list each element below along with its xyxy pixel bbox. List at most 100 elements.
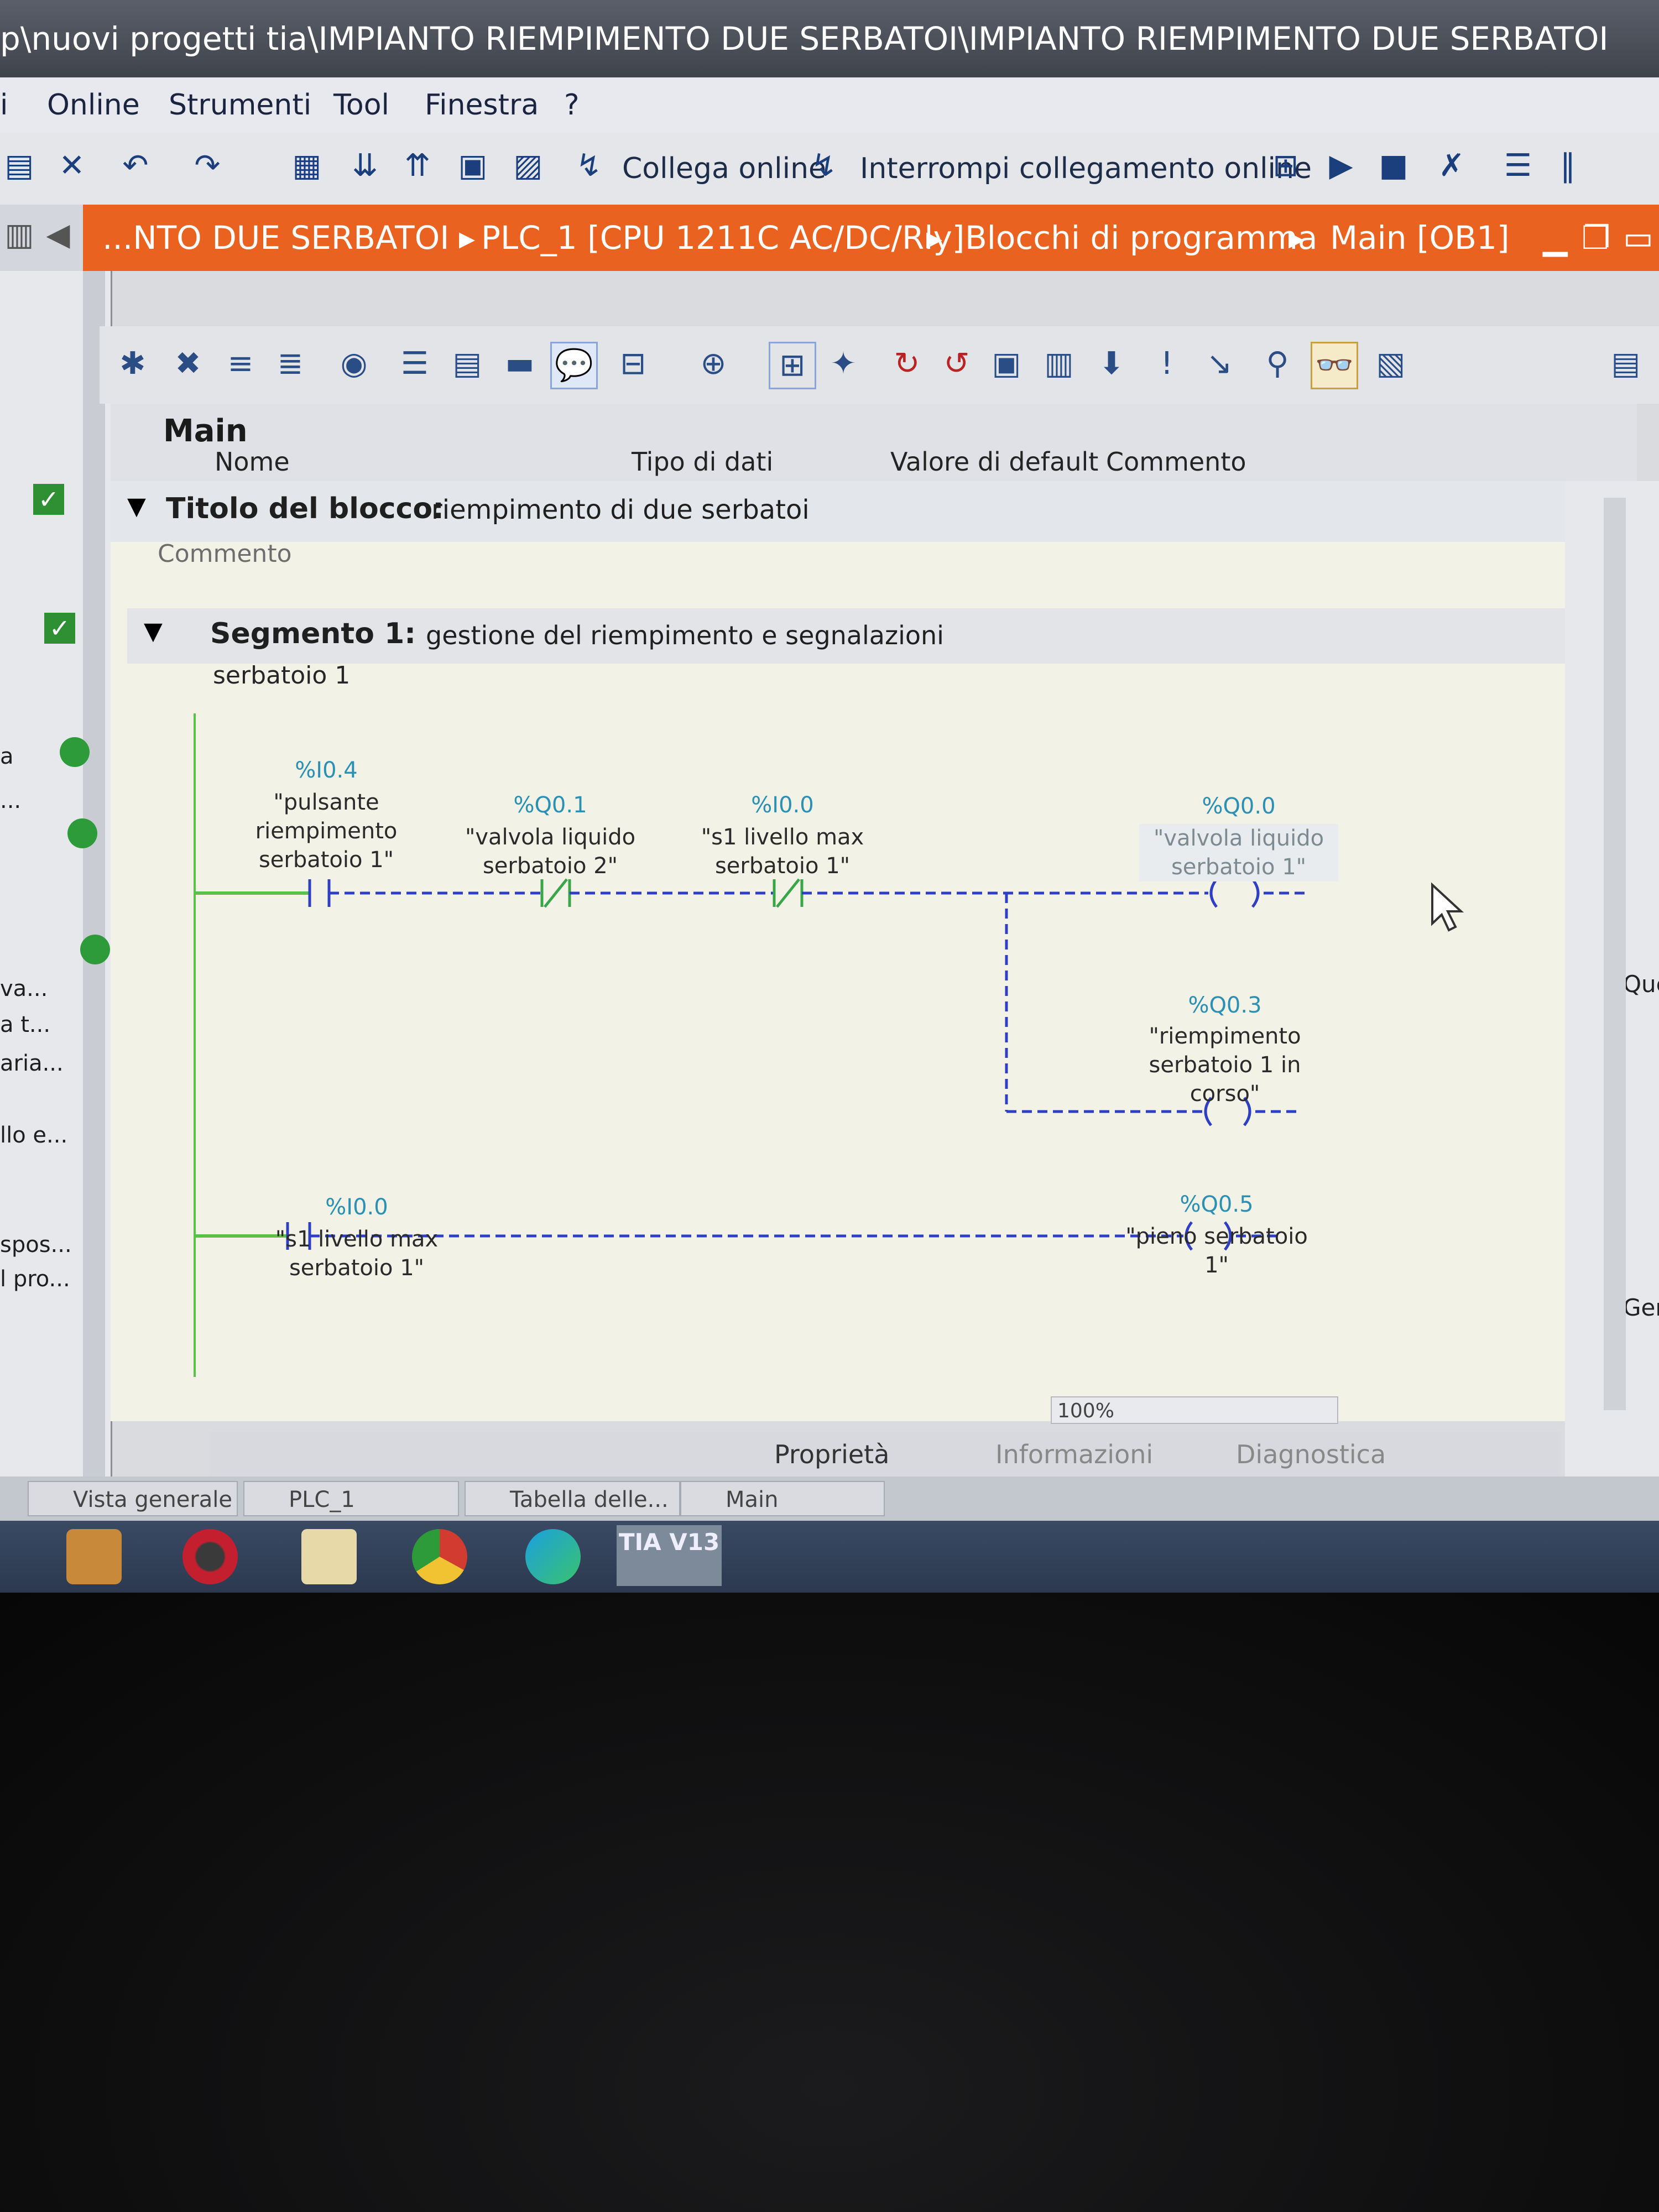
operand-address[interactable]: %Q0.5: [1117, 1192, 1316, 1217]
go-online-button[interactable]: Collega online: [622, 147, 826, 191]
undo-icon[interactable]: ↶: [116, 147, 155, 185]
start-simulation-icon[interactable]: ▨: [509, 147, 547, 185]
force-icon[interactable]: ⚲: [1255, 342, 1300, 386]
network-title[interactable]: gestione del riempimento e segnalazioni: [426, 620, 944, 650]
left-panel-splitter[interactable]: [83, 271, 105, 1477]
step-icon[interactable]: ↘: [1197, 342, 1241, 386]
operand-symbol[interactable]: "s1 livello max serbatoio 1": [257, 1225, 456, 1282]
menu-item-online[interactable]: Online: [47, 77, 140, 133]
tab-overview[interactable]: Vista generale: [28, 1481, 238, 1516]
edge-icon[interactable]: [525, 1529, 581, 1584]
close-icon[interactable]: ▭: [1623, 205, 1653, 271]
right-panel-item[interactable]: Ger: [1623, 1294, 1659, 1321]
split-vertical-icon[interactable]: ‖: [1548, 147, 1587, 185]
go-offline-button[interactable]: Interrompi collegamento online: [860, 147, 1312, 191]
tab-plc[interactable]: PLC_1: [243, 1481, 459, 1516]
compile-icon[interactable]: ▦: [288, 147, 326, 185]
breadcrumb-project[interactable]: ...NTO DUE SERBATOI: [102, 205, 449, 271]
menu-item-truncated[interactable]: i: [0, 77, 8, 133]
minimize-icon[interactable]: ▁: [1543, 205, 1568, 271]
operand-address[interactable]: %I0.0: [683, 792, 882, 818]
column-header-comment[interactable]: Commento: [1106, 442, 1246, 481]
menu-item-tool[interactable]: Tool: [333, 77, 389, 133]
panel-icon[interactable]: ▥: [0, 216, 39, 254]
left-panel-item[interactable]: aria...: [0, 1051, 64, 1076]
operand-address[interactable]: %Q0.3: [1125, 993, 1324, 1018]
download-icon[interactable]: ⇊: [346, 147, 384, 185]
breadcrumb-main[interactable]: Main [OB1]: [1330, 205, 1510, 271]
tab-main[interactable]: Main: [680, 1481, 885, 1516]
zoom-select[interactable]: 100%: [1051, 1396, 1338, 1424]
operand-address[interactable]: %I0.0: [257, 1194, 456, 1220]
close-all-networks-icon[interactable]: ▬: [498, 342, 542, 386]
split-horizontal-icon[interactable]: ☰: [1499, 147, 1537, 185]
left-panel-item[interactable]: a t...: [0, 1012, 50, 1037]
left-panel-item[interactable]: spos...: [0, 1232, 72, 1258]
next-error-icon[interactable]: ↻: [885, 342, 929, 386]
panel-options-icon[interactable]: ▤: [1604, 342, 1648, 386]
chrome-icon[interactable]: [412, 1529, 467, 1584]
compare-icon[interactable]: ▥: [1037, 342, 1081, 386]
delete-network-icon[interactable]: ✖: [166, 342, 210, 386]
operand-symbol[interactable]: "pieno serbatoio 1": [1117, 1222, 1316, 1280]
left-panel-item[interactable]: llo e...: [0, 1123, 67, 1148]
paste-icon[interactable]: ▤: [0, 147, 39, 185]
tab-diagnostics[interactable]: Diagnostica: [1236, 1432, 1386, 1477]
breakpoint-icon[interactable]: !: [1145, 342, 1189, 386]
tab-tag-table[interactable]: Tabella delle...: [465, 1481, 680, 1516]
update-calls-icon[interactable]: ▣: [984, 342, 1029, 386]
previous-error-icon[interactable]: ↺: [935, 342, 979, 386]
abs-operand-icon[interactable]: ☰: [393, 342, 437, 386]
operand-address[interactable]: %Q0.0: [1139, 794, 1338, 819]
redo-icon[interactable]: ↷: [188, 147, 227, 185]
operand-symbol[interactable]: "riempimento serbatoio 1 in corso": [1125, 1022, 1324, 1108]
open-all-networks-icon[interactable]: ▤: [445, 342, 489, 386]
editor-vertical-scrollbar[interactable]: [1604, 498, 1626, 1410]
go-to-error-icon[interactable]: ✦: [821, 342, 865, 386]
left-panel-item[interactable]: ...: [0, 788, 21, 813]
tia-portal-taskbar-icon[interactable]: TIA V13: [617, 1525, 722, 1586]
simulation-icon[interactable]: ▣: [453, 147, 492, 185]
delete-icon[interactable]: ✕: [53, 147, 91, 185]
operand-symbol[interactable]: "pulsante riempimento serbatoio 1": [227, 788, 426, 874]
operand-symbol[interactable]: "valvola liquido serbatoio 1": [1139, 824, 1338, 881]
collapse-left-icon[interactable]: ◀: [39, 216, 77, 254]
favorites-icon[interactable]: ⊕: [691, 342, 735, 386]
column-header-name[interactable]: Nome: [215, 442, 290, 481]
restore-icon[interactable]: ❐: [1582, 205, 1610, 271]
breadcrumb-plc[interactable]: PLC_1 [CPU 1211C AC/DC/Rly]: [481, 205, 964, 271]
media-player-icon[interactable]: [66, 1529, 122, 1584]
start-cpu-icon[interactable]: ▶: [1322, 147, 1360, 185]
go-offline-icon[interactable]: ↯: [805, 147, 843, 185]
ladder-editor-area[interactable]: ▼ Titolo del blocco: riempimento di due …: [111, 481, 1604, 1421]
cross-reference-icon[interactable]: ✗: [1432, 147, 1471, 185]
menu-item-strumenti[interactable]: Strumenti: [169, 77, 311, 133]
operand-symbol[interactable]: "s1 livello max serbatoio 1": [683, 823, 882, 880]
tab-properties[interactable]: Proprietà: [774, 1432, 889, 1477]
upload-icon[interactable]: ⇈: [398, 147, 437, 185]
tab-info[interactable]: Informazioni: [995, 1432, 1153, 1477]
file-explorer-icon[interactable]: [301, 1529, 357, 1584]
column-header-datatype[interactable]: Tipo di dati: [632, 442, 773, 481]
block-title-value[interactable]: riempimento di due serbatoi: [431, 494, 810, 525]
debug-icon[interactable]: ⬇: [1089, 342, 1134, 386]
network-layout-icon[interactable]: ⊞: [769, 342, 816, 389]
insert-network-icon[interactable]: ✱: [111, 342, 155, 386]
operand-address[interactable]: %Q0.1: [451, 792, 650, 818]
right-panel-item[interactable]: Que: [1623, 971, 1659, 998]
menu-item-help[interactable]: ?: [564, 77, 580, 133]
operand-address[interactable]: %I0.4: [227, 758, 426, 783]
network-comment[interactable]: serbatoio 1: [213, 661, 350, 690]
left-panel-item[interactable]: a: [0, 744, 14, 769]
comments-toggle-icon[interactable]: 💬: [550, 342, 598, 389]
operand-symbol[interactable]: "valvola liquido serbatoio 2": [451, 823, 650, 880]
left-panel-item[interactable]: va...: [0, 976, 48, 1001]
insert-row-icon[interactable]: ≡: [218, 342, 263, 386]
stop-cpu-icon[interactable]: ■: [1374, 147, 1413, 185]
column-header-default-value[interactable]: Valore di default: [890, 442, 1098, 481]
collapse-triangle-icon[interactable]: ▼: [144, 617, 163, 645]
add-row-icon[interactable]: ≣: [268, 342, 312, 386]
menu-item-finestra[interactable]: Finestra: [425, 77, 539, 133]
operand-display-icon[interactable]: ⊟: [611, 342, 655, 386]
go-online-icon[interactable]: ↯: [570, 147, 608, 185]
